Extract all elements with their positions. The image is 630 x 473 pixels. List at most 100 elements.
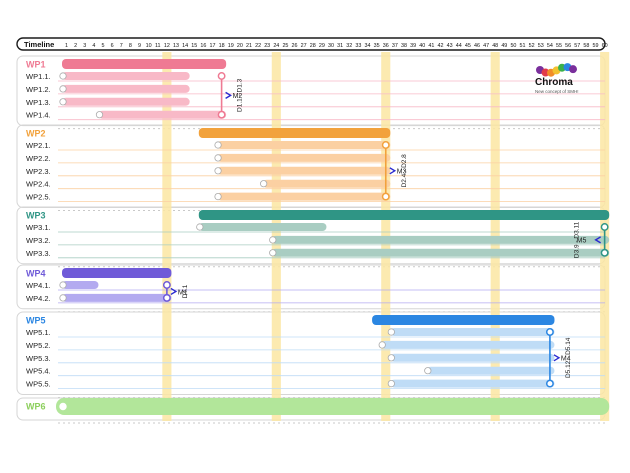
work-package-wp5: WP5WP5.1.WP5.2.WP5.3.WP5.4.WP5.5.M4D5.12… <box>26 315 605 390</box>
month-tick-label: 50 <box>510 43 516 49</box>
wp-summary-bar <box>56 398 610 415</box>
task-label: WP5.4. <box>26 367 51 376</box>
task-start-dot <box>95 111 104 119</box>
timeline-label: Timeline <box>24 40 54 49</box>
month-tick-label: 26 <box>292 43 298 49</box>
month-tick-label: 56 <box>565 43 571 49</box>
task-bar <box>217 141 391 149</box>
task-label: WP5.2. <box>26 341 51 350</box>
milestone-arrow-icon <box>553 354 561 362</box>
milestone-arrow-icon <box>170 287 178 296</box>
logo-tagline: New concept of SMH! <box>535 89 579 94</box>
month-tick-label: 10 <box>146 43 152 49</box>
month-tick-label: 57 <box>574 43 580 49</box>
task-start-dot <box>214 193 222 201</box>
gantt-chart: Timeline 1 2 3 4 5 6 7 8 9 10 11 12 13 14 15 16 17 18 19 20 2… <box>16 37 610 424</box>
work-package-wp2: WP2WP2.1.WP2.2.WP2.3.WP2.4.WP2.5.M3D2.4 … <box>26 128 605 203</box>
work-package-wp4: WP4WP4.1.WP4.2.M1D4.1 <box>26 268 605 304</box>
task-bar <box>62 97 190 106</box>
month-tick-label: 44 <box>456 43 462 49</box>
month-tick-label: 52 <box>529 43 535 49</box>
milestone-deliverables: D2.4 - D2.8 <box>401 154 408 188</box>
task-bar <box>390 328 555 336</box>
month-tick-label: 32 <box>346 43 352 49</box>
wp-summary-bar <box>198 128 391 138</box>
task-bar <box>390 353 555 362</box>
task-label: WP2.3. <box>26 167 51 176</box>
month-tick-label: 17 <box>209 43 215 49</box>
month-tick-label: 16 <box>200 43 206 49</box>
month-tick-label: 12 <box>164 43 170 49</box>
month-tick-label: 45 <box>465 43 471 49</box>
month-tick-label: 33 <box>355 43 361 49</box>
month-tick-label: 27 <box>301 43 307 49</box>
task-bar <box>381 340 555 349</box>
task-start-dot <box>387 379 395 388</box>
task-label: WP2.1. <box>26 141 51 150</box>
task-label: WP1.4. <box>26 111 51 120</box>
task-bar <box>62 84 190 93</box>
milestone-endpoint <box>545 328 554 336</box>
wp-summary-bar <box>62 59 227 69</box>
task-bar <box>271 248 610 257</box>
task-bar <box>426 366 555 375</box>
logo-chameleon-icon <box>569 65 577 74</box>
month-tick-label: 46 <box>474 43 480 49</box>
month-tick-label: 6 <box>111 43 114 49</box>
task-label: WP3.3. <box>26 249 51 258</box>
month-tick-label: 37 <box>392 43 398 49</box>
month-tick-label: 58 <box>583 43 589 49</box>
task-label: WP2.2. <box>26 154 51 163</box>
month-tick-label: 30 <box>328 43 334 49</box>
month-tick-label: 34 <box>365 43 371 49</box>
task-start-dot <box>59 72 67 80</box>
task-bar <box>271 235 610 244</box>
month-tick-label: 14 <box>182 43 188 49</box>
month-tick-label: 54 <box>547 43 553 49</box>
wp-label: WP1 <box>26 60 46 70</box>
month-tick-label: 59 <box>593 43 599 49</box>
task-start-dot <box>214 167 222 175</box>
month-tick-label: 11 <box>155 43 161 49</box>
milestone-deliverables: D1.1 - D1.3 <box>237 78 244 112</box>
milestone-endpoint <box>381 141 390 149</box>
task-start-dot <box>424 367 432 375</box>
task-label: WP5.1. <box>26 328 51 337</box>
milestone-endpoint <box>162 281 171 289</box>
month-tick-label: 4 <box>92 43 95 49</box>
task-start-dot <box>59 294 67 302</box>
task-start-dot <box>378 341 386 349</box>
month-tick-label: 53 <box>538 43 544 49</box>
milestone-endpoint <box>217 110 226 119</box>
wp-label: WP3 <box>26 211 46 221</box>
task-label: WP5.5. <box>26 380 51 389</box>
milestone-deliverables: D4.1 <box>182 284 189 298</box>
month-tick-label: 5 <box>102 43 105 49</box>
task-label: WP2.4. <box>26 180 51 189</box>
task-label: WP3.1. <box>26 223 51 232</box>
wp-label: WP6 <box>26 402 46 412</box>
wp-label: WP5 <box>26 316 46 326</box>
task-bar <box>390 379 555 388</box>
task-bar <box>198 223 327 231</box>
task-start-dot <box>59 98 67 106</box>
month-tick-label: 2 <box>74 43 77 49</box>
task-bar <box>62 281 99 289</box>
task-start-dot <box>59 85 67 93</box>
task-start-dot <box>269 249 277 257</box>
work-package-wp6: WP6 <box>26 398 610 415</box>
task-start-dot <box>214 141 222 149</box>
month-tick-label: 43 <box>447 43 453 49</box>
month-tick-label: 40 <box>419 43 425 49</box>
logo: ChromaNew concept of SMH! <box>535 63 579 94</box>
task-bar <box>217 192 391 201</box>
month-tick-label: 3 <box>83 43 86 49</box>
task-label: WP4.1. <box>26 281 51 290</box>
month-tick-label: 29 <box>319 43 325 49</box>
month-tick-label: 39 <box>410 43 416 49</box>
task-start-dot <box>59 402 67 411</box>
task-label: WP2.5. <box>26 193 51 202</box>
milestone-endpoint <box>545 379 554 388</box>
work-package-wp1: WP1WP1.1.WP1.2.WP1.3.WP1.4.M2D1.1 - D1.3 <box>26 59 605 121</box>
month-tick-label: 28 <box>310 43 316 49</box>
